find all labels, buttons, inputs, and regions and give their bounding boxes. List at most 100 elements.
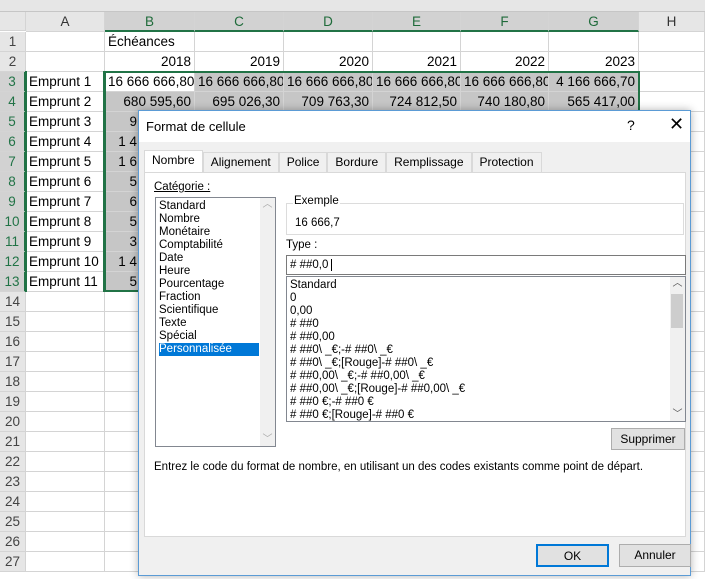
type-option[interactable]: # ##0\ _€;[Rouge]-# ##0\ _€ xyxy=(290,357,685,370)
scroll-down-icon[interactable]: ﹀ xyxy=(670,408,685,421)
row-header-11[interactable]: 11 xyxy=(0,232,26,252)
cell-A17[interactable] xyxy=(26,352,105,372)
type-option[interactable]: # ##0,00 xyxy=(290,331,685,344)
cell-A1[interactable] xyxy=(26,32,105,52)
ok-button[interactable]: OK xyxy=(536,544,609,567)
category-item[interactable]: Nombre xyxy=(159,213,275,226)
cell-A5[interactable]: Emprunt 3 xyxy=(26,112,105,132)
cell-A4[interactable]: Emprunt 2 xyxy=(26,92,105,112)
cell-C3[interactable]: 16 666 666,80 xyxy=(195,72,284,92)
category-scrollbar[interactable]: ︿ ﹀ xyxy=(260,198,275,446)
cell-F1[interactable] xyxy=(461,32,549,52)
cell-A26[interactable] xyxy=(26,532,105,552)
type-scrollbar[interactable]: ︿ ﹀ xyxy=(670,277,685,421)
scroll-up-icon[interactable]: ︿ xyxy=(670,277,685,290)
scroll-thumb[interactable] xyxy=(671,294,683,328)
column-header-H[interactable]: H xyxy=(639,12,705,32)
cell-A14[interactable] xyxy=(26,292,105,312)
type-option[interactable]: # ##0,00\ _€;-# ##0,00\ _€ xyxy=(290,370,685,383)
cell-A8[interactable]: Emprunt 6 xyxy=(26,172,105,192)
cell-C2[interactable]: 2019 xyxy=(195,52,284,72)
cell-B3[interactable]: 16 666 666,80 xyxy=(105,72,195,92)
cell-A11[interactable]: Emprunt 9 xyxy=(26,232,105,252)
cell-H1[interactable] xyxy=(639,32,705,52)
row-header-13[interactable]: 13 xyxy=(0,272,26,292)
column-header-B[interactable]: B xyxy=(105,12,195,32)
type-option[interactable]: 0 xyxy=(290,292,685,305)
column-header-A[interactable]: A xyxy=(26,12,105,32)
cell-H4[interactable] xyxy=(639,92,705,112)
type-option[interactable]: # ##0 €;-# ##0 € xyxy=(290,396,685,409)
cell-A2[interactable] xyxy=(26,52,105,72)
category-item[interactable]: Spécial xyxy=(159,330,275,343)
category-list[interactable]: ︿ ﹀ Standard Nombre Monétaire Comptabilité Da… xyxy=(155,197,276,447)
cell-B1[interactable]: Échéances xyxy=(105,32,195,52)
column-header-E[interactable]: E xyxy=(373,12,461,32)
cell-E1[interactable] xyxy=(373,32,461,52)
row-header-25[interactable]: 25 xyxy=(0,512,26,532)
cell-A13[interactable]: Emprunt 11 xyxy=(26,272,105,292)
column-header-F[interactable]: F xyxy=(461,12,549,32)
type-option[interactable]: # ##0,00\ _€;[Rouge]-# ##0,00\ _€ xyxy=(290,383,685,396)
row-header-18[interactable]: 18 xyxy=(0,372,26,392)
row-header-7[interactable]: 7 xyxy=(0,152,26,172)
cell-F2[interactable]: 2022 xyxy=(461,52,549,72)
delete-button[interactable]: Supprimer xyxy=(611,428,685,450)
cell-C4[interactable]: 695 026,30 xyxy=(195,92,284,112)
cell-A12[interactable]: Emprunt 10 xyxy=(26,252,105,272)
cell-A22[interactable] xyxy=(26,452,105,472)
cell-A24[interactable] xyxy=(26,492,105,512)
help-icon[interactable]: ? xyxy=(627,117,635,133)
category-item[interactable]: Comptabilité xyxy=(159,239,275,252)
tab-nombre[interactable]: Nombre xyxy=(144,150,203,173)
category-item[interactable]: Scientifique xyxy=(159,304,275,317)
row-header-27[interactable]: 27 xyxy=(0,552,26,572)
cell-A25[interactable] xyxy=(26,512,105,532)
type-option[interactable]: 0,00 xyxy=(290,305,685,318)
row-header-5[interactable]: 5 xyxy=(0,112,26,132)
cell-F3[interactable]: 16 666 666,80 xyxy=(461,72,549,92)
row-header-2[interactable]: 2 xyxy=(0,52,26,72)
cancel-button[interactable]: Annuler xyxy=(619,544,691,567)
cell-A9[interactable]: Emprunt 7 xyxy=(26,192,105,212)
select-all-corner[interactable] xyxy=(0,12,26,31)
cell-B4[interactable]: 680 595,60 xyxy=(105,92,195,112)
category-item[interactable]: Personnalisée xyxy=(159,343,259,356)
cell-E3[interactable]: 16 666 666,80 xyxy=(373,72,461,92)
type-option[interactable]: # ##0\ _€;-# ##0\ _€ xyxy=(290,344,685,357)
row-header-23[interactable]: 23 xyxy=(0,472,26,492)
tab-police[interactable]: Police xyxy=(278,152,328,172)
cell-A18[interactable] xyxy=(26,372,105,392)
cell-A10[interactable]: Emprunt 8 xyxy=(26,212,105,232)
row-header-17[interactable]: 17 xyxy=(0,352,26,372)
category-item[interactable]: Heure xyxy=(159,265,275,278)
cell-G3[interactable]: 4 166 666,70 xyxy=(549,72,639,92)
category-item[interactable]: Standard xyxy=(159,200,275,213)
row-header-6[interactable]: 6 xyxy=(0,132,26,152)
row-header-3[interactable]: 3 xyxy=(0,72,26,92)
row-header-12[interactable]: 12 xyxy=(0,252,26,272)
cell-A6[interactable]: Emprunt 4 xyxy=(26,132,105,152)
row-header-19[interactable]: 19 xyxy=(0,392,26,412)
column-header-C[interactable]: C xyxy=(195,12,284,32)
cell-A20[interactable] xyxy=(26,412,105,432)
type-option[interactable]: Standard xyxy=(290,279,685,292)
type-option[interactable]: # ##0 xyxy=(290,318,685,331)
row-header-22[interactable]: 22 xyxy=(0,452,26,472)
cell-A15[interactable] xyxy=(26,312,105,332)
row-header-1[interactable]: 1 xyxy=(0,32,26,52)
cell-F4[interactable]: 740 180,80 xyxy=(461,92,549,112)
cell-E2[interactable]: 2021 xyxy=(373,52,461,72)
row-header-15[interactable]: 15 xyxy=(0,312,26,332)
row-header-4[interactable]: 4 xyxy=(0,92,26,112)
cell-A16[interactable] xyxy=(26,332,105,352)
category-item[interactable]: Date xyxy=(159,252,275,265)
cell-A7[interactable]: Emprunt 5 xyxy=(26,152,105,172)
row-header-26[interactable]: 26 xyxy=(0,532,26,552)
cell-E4[interactable]: 724 812,50 xyxy=(373,92,461,112)
row-header-16[interactable]: 16 xyxy=(0,332,26,352)
tab-remplissage[interactable]: Remplissage xyxy=(386,152,472,172)
row-header-24[interactable]: 24 xyxy=(0,492,26,512)
category-item[interactable]: Texte xyxy=(159,317,275,330)
row-header-20[interactable]: 20 xyxy=(0,412,26,432)
